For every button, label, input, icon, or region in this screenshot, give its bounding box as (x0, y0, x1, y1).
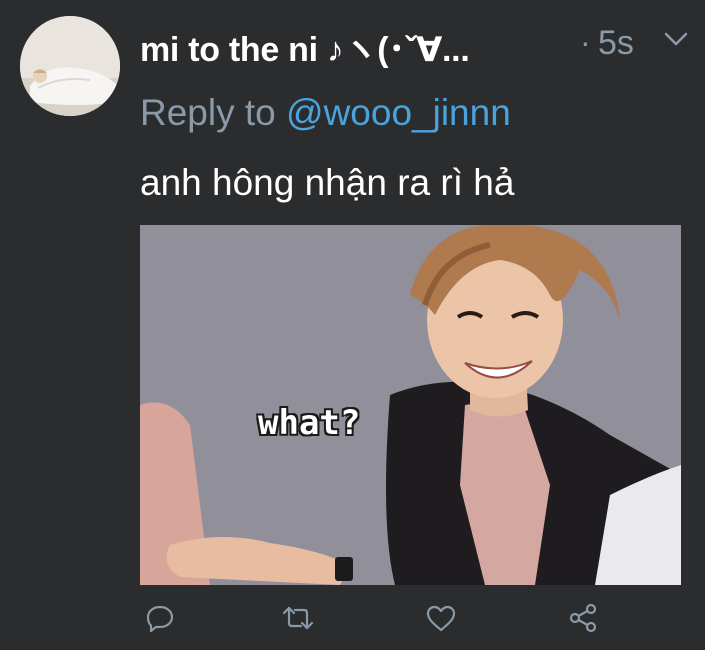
meme-image (140, 225, 681, 585)
heart-icon (426, 605, 456, 632)
meme-caption: what? (257, 402, 361, 444)
avatar-photo (20, 16, 120, 116)
retweet-icon (282, 606, 314, 630)
reply-handle-link[interactable]: @wooo_jinnn (286, 92, 511, 133)
avatar[interactable] (20, 16, 120, 116)
reply-icon (146, 605, 174, 633)
like-button[interactable] (421, 598, 461, 638)
separator-dot: · (580, 24, 591, 60)
chevron-down-icon[interactable] (662, 28, 690, 50)
share-icon (569, 603, 597, 633)
tweet-header: mi to the ni ♪ヽ(･ˇ∀... · 5s (140, 20, 695, 72)
tweet-actions-bar (140, 598, 600, 642)
timestamp[interactable]: 5s (598, 24, 634, 63)
tweet-text: anh hông nhận ra rì hả (140, 162, 515, 203)
display-name[interactable]: mi to the ni ♪ヽ(･ˇ∀... (140, 22, 470, 71)
retweet-button[interactable] (278, 598, 318, 638)
reply-prefix: Reply to (140, 92, 276, 133)
share-button[interactable] (563, 598, 603, 638)
tweet-card[interactable]: mi to the ni ♪ヽ(･ˇ∀... · 5s Reply to @wo… (0, 0, 705, 650)
tweet-media-image[interactable] (140, 225, 681, 585)
reply-context: Reply to @wooo_jinnn (140, 92, 511, 134)
reply-button[interactable] (140, 598, 180, 638)
